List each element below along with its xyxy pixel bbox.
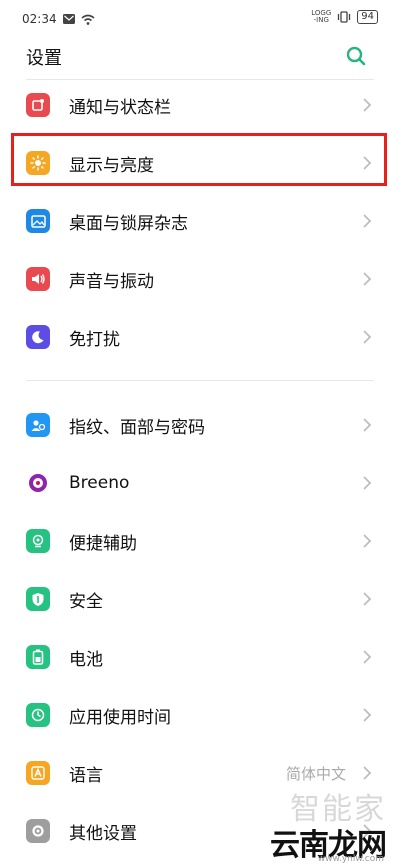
highlight-annotation [11, 133, 387, 186]
settings-item-label: 桌面与锁屏杂志 [69, 213, 188, 234]
watermark: 智能家 云南龙网 www.ynlw.com [266, 784, 394, 864]
wallpaper-icon [26, 209, 50, 233]
settings-item-app-usage[interactable]: 应用使用时间 [0, 686, 400, 744]
settings-item-label: 指纹、面部与密码 [69, 417, 205, 438]
search-button[interactable] [344, 44, 368, 68]
network-tag: LOGG -ING [311, 9, 332, 24]
chevron-right-icon [363, 214, 372, 228]
settings-item-security[interactable]: 安全 [0, 570, 400, 628]
settings-item-battery[interactable]: 电池 [0, 628, 400, 686]
chevron-right-icon [363, 98, 372, 112]
chevron-right-icon [363, 330, 372, 344]
settings-item-notifications[interactable]: 通知与状态栏 [0, 76, 400, 134]
chevron-right-icon [363, 592, 372, 606]
assist-icon [26, 529, 50, 553]
moon-icon [26, 325, 50, 349]
chevron-right-icon [363, 476, 372, 490]
status-bar: 02:34 LOGG -ING 94 [0, 0, 400, 36]
settings-item-label: 应用使用时间 [69, 707, 171, 728]
search-icon [346, 46, 366, 66]
settings-item-wallpaper[interactable]: 桌面与锁屏杂志 [0, 192, 400, 250]
settings-item-label: 安全 [69, 591, 103, 612]
message-icon [62, 14, 75, 24]
group-divider [26, 380, 374, 381]
clock: 02:34 [22, 12, 57, 26]
shield-icon [26, 587, 50, 611]
status-left: 02:34 [22, 12, 95, 26]
language-value: 简体中文 [285, 764, 346, 783]
settings-item-biometrics[interactable]: 指纹、面部与密码 [0, 396, 400, 454]
chevron-right-icon [363, 418, 372, 432]
chevron-right-icon [363, 708, 372, 722]
status-right: LOGG -ING 94 [311, 10, 378, 24]
user-security-icon [26, 413, 50, 437]
battery-icon [26, 645, 50, 669]
sound-icon [26, 267, 50, 291]
app-time-icon [26, 703, 50, 727]
settings-item-label: 语言 [69, 765, 103, 786]
settings-item-label: 免打扰 [69, 329, 120, 350]
language-icon [26, 761, 50, 785]
chevron-right-icon [363, 272, 372, 286]
notification-icon [26, 93, 50, 117]
watermark-url: www.ynlw.com [317, 854, 384, 864]
chevron-right-icon [363, 650, 372, 664]
wifi-icon [81, 14, 95, 25]
settings-item-do-not-disturb[interactable]: 免打扰 [0, 308, 400, 366]
breeno-icon [26, 471, 50, 495]
other-settings-icon [26, 819, 50, 843]
settings-item-convenience[interactable]: 便捷辅助 [0, 512, 400, 570]
settings-item-label: 声音与振动 [69, 271, 154, 292]
settings-item-label: 便捷辅助 [69, 533, 137, 554]
settings-item-label: 其他设置 [69, 823, 137, 844]
settings-item-label: 电池 [69, 649, 103, 670]
vibrate-icon [338, 11, 351, 23]
chevron-right-icon [363, 766, 372, 780]
page-title: 设置 [26, 48, 62, 69]
settings-item-label: Breeno [69, 473, 130, 493]
battery-indicator: 94 [357, 10, 378, 24]
chevron-right-icon [363, 534, 372, 548]
settings-item-sound[interactable]: 声音与振动 [0, 250, 400, 308]
settings-item-label: 通知与状态栏 [69, 97, 171, 118]
header: 设置 [0, 40, 400, 76]
settings-item-breeno[interactable]: Breeno [0, 454, 400, 512]
settings-group-1: 通知与状态栏 显示与亮度 桌面与锁屏杂志 声音与振动 免打扰 [0, 76, 400, 366]
